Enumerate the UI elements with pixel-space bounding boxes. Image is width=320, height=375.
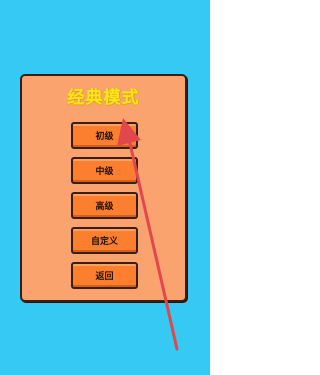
pointer-arrow-icon (117, 118, 179, 351)
game-screen: 经典模式 初级 中级 高级 自定义 返回 (0, 0, 210, 375)
arrow-head (117, 118, 141, 146)
arrow-shaft (127, 137, 179, 351)
